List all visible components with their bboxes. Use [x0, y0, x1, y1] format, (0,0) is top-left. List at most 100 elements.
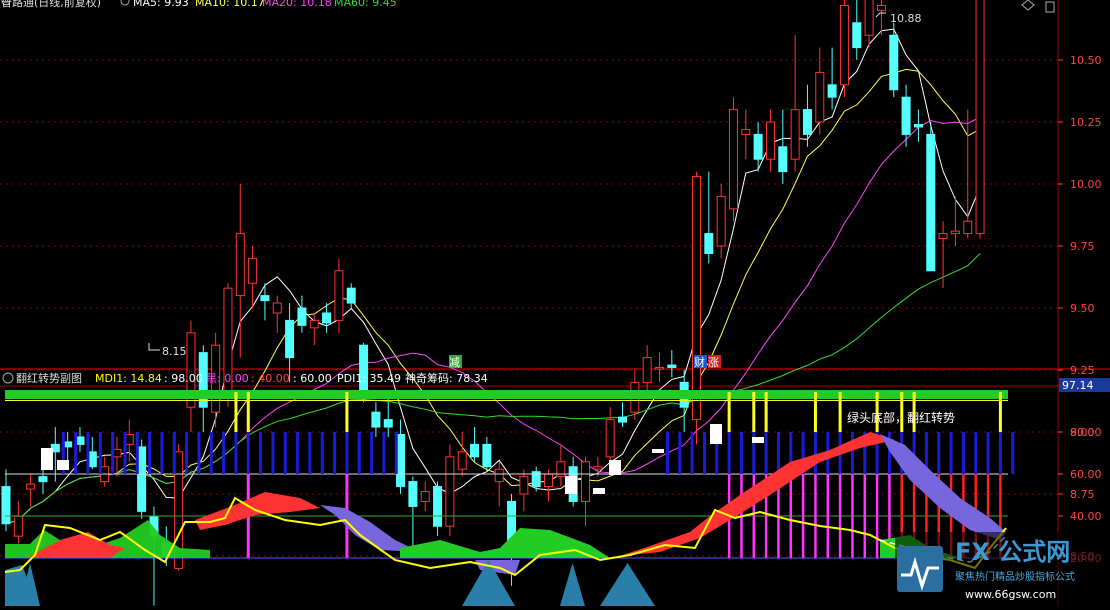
white-block: [565, 476, 577, 494]
candle-body: [272, 302, 282, 314]
candle[interactable]: [445, 444, 455, 537]
candle-body: [839, 4, 849, 86]
watermark-url: www.66gsw.com: [965, 588, 1056, 601]
candle-body: [778, 146, 788, 173]
candle-body: [728, 109, 738, 210]
candle-body: [593, 466, 603, 470]
candle-body: [396, 433, 406, 488]
candle-body: [753, 133, 763, 160]
candle[interactable]: [728, 97, 738, 222]
candle-body: [544, 473, 554, 488]
trend-annotation: 绿头底部，翻红转势: [847, 410, 955, 425]
white-block: [609, 460, 621, 475]
candle-body: [901, 96, 911, 135]
candle-body: [322, 312, 332, 324]
candle-body: [334, 270, 344, 321]
candle-body: [309, 319, 319, 329]
pdi-label: PDI1: 35.49: [337, 372, 401, 385]
candle-body: [470, 443, 480, 458]
candle-body: [926, 133, 936, 272]
candle-body: [137, 446, 147, 512]
candle-body: [950, 230, 960, 235]
candle-body: [359, 344, 369, 396]
candle-body: [581, 461, 591, 502]
candle-body: [371, 411, 381, 428]
v40-label: : 40.00: [251, 372, 290, 385]
candle-body: [790, 109, 800, 160]
candle[interactable]: [223, 283, 233, 408]
candle-body: [38, 476, 48, 483]
chart-background: [0, 0, 1110, 606]
candle-body: [852, 22, 862, 49]
candle-body: [889, 34, 899, 91]
shenqi-label: 神奇筹码: 78.34: [405, 371, 488, 385]
indicator-title: 翻红转势副图: [16, 371, 82, 385]
reduce-marker-text: 减: [449, 356, 460, 369]
finance-marker-text: 财: [694, 355, 705, 369]
candle-body: [112, 448, 122, 458]
candle-body: [802, 109, 812, 135]
indicator-tick-label: 80.00: [1070, 426, 1102, 439]
candle-body: [716, 195, 726, 247]
candle-body: [704, 233, 714, 254]
watermark-badge: FX 公式网 聚焦热门精品炒股指标公式 www.66gsw.com: [895, 532, 1110, 606]
price-tick-label: 9.25: [1070, 364, 1095, 377]
candle-body: [642, 357, 652, 383]
price-tick-label: 9.50: [1070, 302, 1095, 315]
candle-body: [13, 515, 23, 537]
candle[interactable]: [839, 0, 849, 98]
candle-body: [248, 257, 258, 284]
white-block: [752, 437, 764, 443]
candle[interactable]: [691, 171, 701, 445]
candle-body: [420, 491, 430, 502]
white-block: [41, 448, 53, 470]
ma60-label: MA60: 9.45: [334, 0, 397, 9]
ma20-label: MA20: 10.18: [262, 0, 332, 9]
top-ribbon: [5, 390, 1008, 399]
candle-body: [827, 84, 837, 98]
v60-label: : 60.00: [293, 372, 332, 385]
rise-marker-text: 涨: [708, 356, 719, 369]
mdi-label: MDI1: 14.84: [95, 372, 162, 385]
v98-label: : 98.00: [164, 372, 203, 385]
price-tick-label: 10.25: [1070, 116, 1102, 129]
indicator-tick-label: 40.00: [1070, 510, 1102, 523]
price-title: 普路通(日线,前复权): [1, 0, 101, 9]
white-block: [710, 424, 722, 444]
candle-body: [457, 451, 467, 470]
candle-body: [605, 419, 615, 458]
candle-body: [1, 486, 11, 525]
candle-body: [494, 468, 504, 483]
candle-body: [408, 481, 418, 507]
white-block: [652, 449, 664, 453]
indicator-tick-label: 60.00: [1070, 468, 1102, 481]
low-price-label: 8.15: [162, 345, 187, 358]
candle-body: [741, 128, 751, 135]
candle-body: [667, 364, 677, 369]
ma10-label: MA10: 10.17: [195, 0, 265, 9]
candle[interactable]: [926, 122, 936, 272]
indicator-top-value: 97.14: [1062, 379, 1094, 392]
candle-body: [963, 220, 973, 235]
candle[interactable]: [137, 439, 147, 519]
candle-body: [765, 121, 775, 160]
candle-body: [75, 436, 85, 445]
hei-label: 黑: 0.00: [206, 372, 249, 385]
candle-body: [433, 486, 443, 527]
white-block: [593, 488, 605, 494]
candle[interactable]: [975, 0, 985, 239]
candle-body: [297, 307, 307, 326]
candle-body: [691, 176, 701, 421]
candle-body: [63, 441, 73, 448]
candle-body: [519, 476, 529, 495]
candle-body: [913, 123, 923, 128]
chart-canvas[interactable]: 普路通(日线,前复权) MA5: 9.93 MA10: 10.17 MA20: …: [0, 0, 1110, 606]
watermark-tagline: 聚焦热门精品炒股指标公式: [955, 570, 1075, 583]
candle-body: [235, 233, 245, 297]
candle-body: [482, 443, 492, 468]
candle-body: [285, 319, 295, 359]
price-tick-label: 10.50: [1070, 54, 1102, 67]
candle-body: [260, 295, 270, 302]
candle-body: [938, 233, 948, 240]
candle-body: [383, 419, 393, 428]
